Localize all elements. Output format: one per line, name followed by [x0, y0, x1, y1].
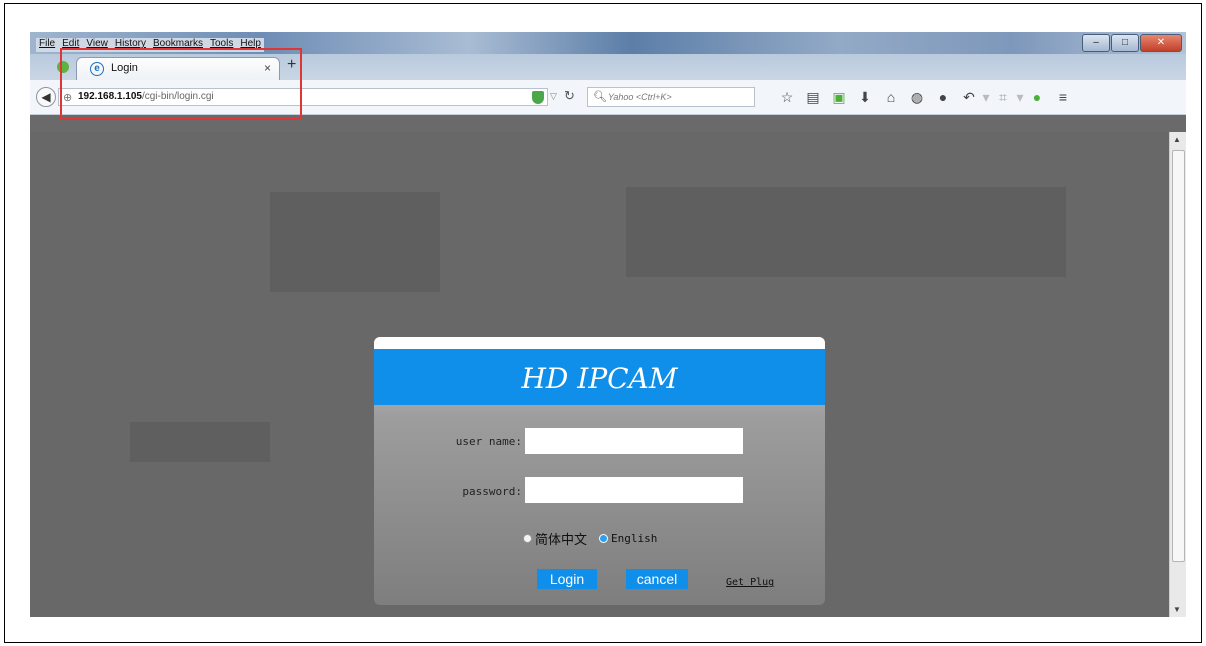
dropdown-icon[interactable]: ▾	[1016, 87, 1024, 107]
dropdown-icon[interactable]: ▾	[982, 87, 990, 107]
scroll-down-icon[interactable]: ▼	[1173, 605, 1181, 614]
radio-chinese[interactable]	[523, 534, 532, 543]
speech-icon[interactable]: ●	[1024, 87, 1050, 107]
maximize-button[interactable]: □	[1111, 34, 1139, 52]
reading-list-icon[interactable]: ▤	[800, 87, 826, 107]
window-controls: – □ ✕	[1082, 34, 1182, 52]
login-title: HD IPCAM	[521, 362, 678, 395]
download-icon[interactable]: ⬇	[852, 87, 878, 107]
background-shape	[270, 192, 440, 292]
get-plugin-link[interactable]: Get Plug	[726, 577, 774, 588]
back-button[interactable]: ◀	[36, 87, 56, 107]
login-panel: HD IPCAM user name: password: 简体中文 Engli…	[374, 337, 825, 605]
undo-icon[interactable]: ↶	[956, 87, 982, 107]
lang-chinese-label: 简体中文	[535, 532, 588, 547]
language-selector: 简体中文 English	[523, 529, 657, 548]
crop-icon[interactable]: ⌗	[990, 87, 1016, 107]
annotation-highlight-box	[60, 48, 302, 120]
chat-icon[interactable]: ●	[930, 87, 956, 107]
vertical-scrollbar[interactable]: ▲ ▼	[1169, 132, 1186, 617]
background-shape	[130, 422, 270, 462]
radio-english[interactable]	[599, 534, 609, 543]
menu-icon[interactable]: ≡	[1050, 87, 1076, 107]
search-placeholder: Yahoo <Ctrl+K>	[608, 92, 672, 102]
scroll-up-icon[interactable]: ▲	[1173, 135, 1181, 144]
star-icon[interactable]: ☆	[774, 87, 800, 107]
minimize-button[interactable]: –	[1082, 34, 1110, 52]
addon-icon[interactable]: ▣	[826, 87, 852, 107]
reload-icon[interactable]: ↻	[564, 88, 575, 104]
url-dropdown-icon[interactable]: ▽	[550, 91, 557, 102]
password-label: password:	[462, 485, 522, 498]
username-input[interactable]	[525, 428, 743, 454]
background-shape	[626, 187, 1066, 277]
login-panel-top	[374, 337, 825, 349]
shield-icon[interactable]	[532, 91, 544, 104]
sync-icon[interactable]: ◍	[904, 87, 930, 107]
lang-english-label: English	[611, 532, 658, 545]
login-header: HD IPCAM	[374, 349, 825, 405]
home-icon[interactable]: ⌂	[878, 87, 904, 107]
scroll-thumb[interactable]	[1172, 150, 1185, 562]
menu-file[interactable]: File	[39, 38, 55, 52]
close-window-button[interactable]: ✕	[1140, 34, 1182, 52]
username-label: user name:	[455, 435, 522, 448]
search-bar[interactable]: 🔍︎ Yahoo <Ctrl+K>	[587, 87, 755, 107]
toolbar-icons: ☆ ▤ ▣ ⬇ ⌂ ◍ ● ↶ ▾ ⌗ ▾ ● ≡	[774, 87, 1076, 107]
search-icon: 🔍︎	[593, 91, 607, 103]
cancel-button[interactable]: cancel	[626, 569, 688, 589]
password-input[interactable]	[525, 477, 743, 503]
login-button[interactable]: Login	[537, 569, 597, 589]
